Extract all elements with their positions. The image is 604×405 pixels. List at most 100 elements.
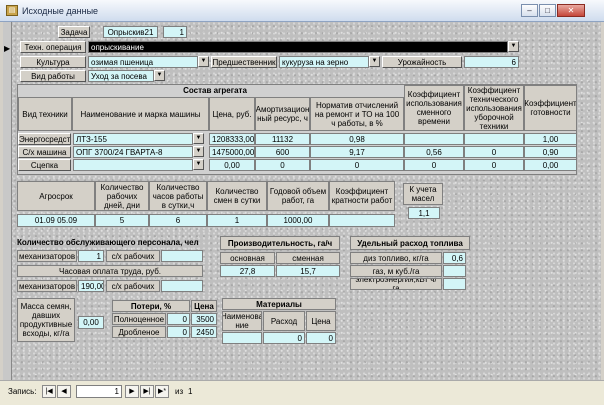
losses-title: Потери, % xyxy=(112,300,190,312)
agro-multiplicity-field[interactable] xyxy=(329,214,395,227)
unit-row-kind-button[interactable]: С/х машина xyxy=(18,146,71,158)
unit-title: Состав агрегата xyxy=(183,86,247,95)
operation-field[interactable]: опрыскивание xyxy=(88,41,508,53)
unit-row-resource-field[interactable]: 0 xyxy=(255,159,310,171)
unit-row-k-ready-field[interactable]: 1,00 xyxy=(524,133,577,145)
gas-field[interactable] xyxy=(443,265,466,277)
unit-row-resource-field[interactable]: 11132 xyxy=(255,133,310,145)
machine-dropdown-icon[interactable]: ▼ xyxy=(193,159,204,170)
oil-coefficient-field[interactable]: 1,1 xyxy=(408,207,440,219)
crop-dropdown-icon[interactable]: ▼ xyxy=(198,56,209,67)
current-record-field[interactable]: 1 xyxy=(76,385,122,398)
farm-label: с/х рабочих xyxy=(106,250,160,262)
full-grain-label: Полноценное xyxy=(112,313,166,325)
unit-row-k-shift-field[interactable]: 0,56 xyxy=(404,146,464,158)
farm-wage-field[interactable] xyxy=(161,280,203,292)
task-button[interactable]: Задача xyxy=(58,26,90,38)
unit-row-k-tech-field[interactable] xyxy=(464,133,524,145)
unit-row-k-ready-field[interactable]: 0,00 xyxy=(524,159,577,171)
full-grain-price-field[interactable]: 3500 xyxy=(191,313,217,325)
power-field[interactable] xyxy=(443,278,466,290)
record-label: Запись: xyxy=(8,387,37,396)
yield-button[interactable]: Урожайность xyxy=(382,56,462,68)
materials-rate-field[interactable]: 0 xyxy=(263,332,305,344)
last-record-button[interactable]: ▶| xyxy=(140,385,154,398)
col-header-price: Цена, руб. xyxy=(209,97,255,131)
staff-title: Количество обслуживающего персонала, чел xyxy=(17,238,199,247)
productivity-main-field[interactable]: 27,8 xyxy=(220,265,275,277)
predecessor-field[interactable]: кукуруза на зерно xyxy=(279,56,369,68)
diesel-label: диз топливо, кг/га xyxy=(350,252,442,264)
unit-row-price-field[interactable]: 0,00 xyxy=(209,159,255,171)
unit-row-k-ready-field[interactable]: 0,90 xyxy=(524,146,577,158)
minimize-button[interactable]: – xyxy=(521,4,538,17)
crushed-grain-loss-field[interactable]: 0 xyxy=(167,326,190,338)
previous-record-button[interactable]: ◀ xyxy=(57,385,71,398)
unit-row-norm-field[interactable]: 0,98 xyxy=(310,133,404,145)
agro-volume-field[interactable]: 1000,00 xyxy=(267,214,329,227)
col-header-k-tech: Коэффициент технического использования у… xyxy=(464,85,524,131)
unit-row-k-tech-field[interactable]: 0 xyxy=(464,159,524,171)
unit-row-k-shift-field[interactable] xyxy=(404,133,464,145)
unit-row-norm-field[interactable]: 0 xyxy=(310,159,404,171)
crop-field[interactable]: озимая пшеница xyxy=(88,56,198,68)
mech-count-field[interactable]: 1 xyxy=(78,250,104,262)
current-record-arrow-icon: ▶ xyxy=(4,44,11,53)
col-header-resource: Амортизацион ный ресурс, ч xyxy=(255,97,310,131)
unit-row-machine-field[interactable]: ЛТЗ-155 xyxy=(73,133,193,145)
first-record-button[interactable]: |◀ xyxy=(42,385,56,398)
unit-row-machine-field[interactable] xyxy=(73,159,193,171)
mech-wage-field[interactable]: 190,00 xyxy=(78,280,104,292)
unit-row-k-tech-field[interactable]: 0 xyxy=(464,146,524,158)
unit-row-price-field[interactable]: 1208333,00 xyxy=(209,133,255,145)
work-type-button[interactable]: Вид работы xyxy=(20,70,86,82)
crop-button[interactable]: Культура xyxy=(20,56,86,68)
materials-price-field[interactable]: 0 xyxy=(306,332,336,344)
unit-row-kind-button[interactable]: Сцепка xyxy=(18,159,71,171)
close-button[interactable]: ✕ xyxy=(557,4,585,17)
crushed-grain-price-field[interactable]: 2450 xyxy=(191,326,217,338)
agro-days-field[interactable]: 5 xyxy=(95,214,149,227)
farm-wage-label: с/х рабочих xyxy=(106,280,160,292)
maximize-button[interactable]: □ xyxy=(539,4,556,17)
full-grain-loss-field[interactable]: 0 xyxy=(167,313,190,325)
materials-name-field[interactable] xyxy=(222,332,262,344)
next-record-button[interactable]: ▶ xyxy=(125,385,139,398)
unit-row-kind-button[interactable]: Энергосредст xyxy=(18,133,71,145)
power-label: электроэнергия,кВт ч/га xyxy=(350,278,442,290)
farm-count-field[interactable] xyxy=(161,250,203,262)
col-header-k-shift: Коэффициент использования сменного време… xyxy=(404,85,464,131)
agro-term-field[interactable]: 01.09 05.09 xyxy=(17,214,95,227)
record-selector[interactable] xyxy=(3,22,12,380)
unit-row-machine-field[interactable]: ОПГ 3700/24 ГВАРТА-8 xyxy=(73,146,193,158)
materials-title: Материалы xyxy=(222,298,336,310)
predecessor-dropdown-icon[interactable]: ▼ xyxy=(369,56,380,67)
losses-price-title: Цена xyxy=(191,300,217,312)
work-type-field[interactable]: Уход за посева xyxy=(88,70,154,82)
record-total: 1 xyxy=(188,387,193,396)
new-record-button[interactable]: ▶* xyxy=(155,385,169,398)
yield-field[interactable]: 6 xyxy=(464,56,519,68)
operation-button[interactable]: Техн. операция xyxy=(20,41,86,53)
machine-dropdown-icon[interactable]: ▼ xyxy=(193,146,204,157)
operation-dropdown-icon[interactable]: ▼ xyxy=(508,41,519,52)
seed-mass-field[interactable]: 0,00 xyxy=(78,316,104,329)
predecessor-button[interactable]: Предшественник xyxy=(211,56,277,68)
agro-header-term: Агросрок xyxy=(17,181,95,211)
task-number-field[interactable]: 1 xyxy=(163,26,187,38)
crushed-grain-label: Дробленое xyxy=(112,326,166,338)
productivity-shift-field[interactable]: 15,7 xyxy=(276,265,340,277)
unit-row-norm-field[interactable]: 9,17 xyxy=(310,146,404,158)
task-name-field[interactable]: Опрыскив21 xyxy=(103,26,158,38)
work-type-dropdown-icon[interactable]: ▼ xyxy=(154,70,165,81)
diesel-field[interactable]: 0,6 xyxy=(443,252,466,264)
consumption-title: Удельный расход топлива xyxy=(350,236,470,250)
unit-row-k-shift-field[interactable]: 0 xyxy=(404,159,464,171)
agro-shifts-field[interactable]: 1 xyxy=(207,214,267,227)
machine-dropdown-icon[interactable]: ▼ xyxy=(193,133,204,144)
agro-header-multiplicity: Коэффициент кратности работ xyxy=(329,181,395,211)
unit-row-price-field[interactable]: 1475000,00 xyxy=(209,146,255,158)
productivity-main-label: основная xyxy=(220,252,275,264)
agro-hours-field[interactable]: 6 xyxy=(149,214,207,227)
unit-row-resource-field[interactable]: 600 xyxy=(255,146,310,158)
